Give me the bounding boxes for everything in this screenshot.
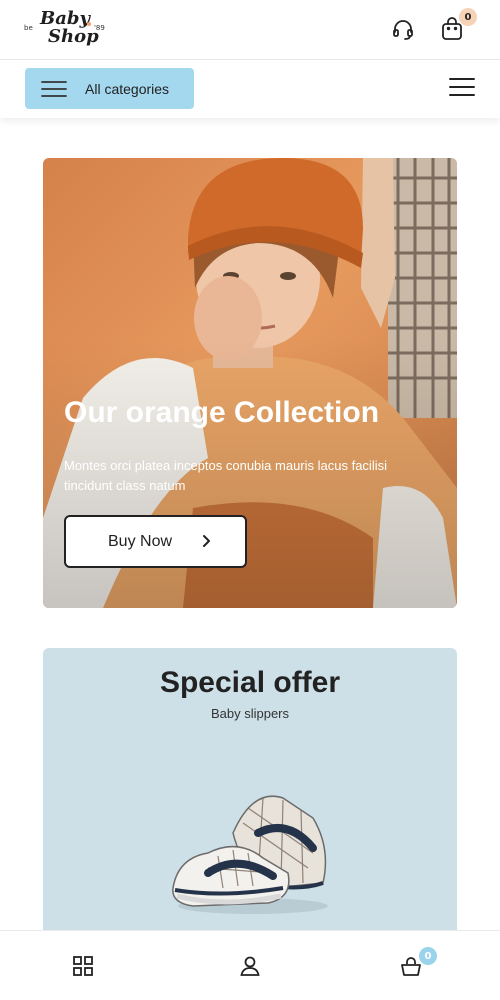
user-icon bbox=[240, 956, 260, 976]
top-header: be Baby Shop '89 0 bbox=[0, 0, 500, 60]
baby-slippers-image bbox=[172, 795, 328, 914]
logo[interactable]: be Baby Shop '89 bbox=[24, 8, 114, 52]
category-bar: All categories bbox=[0, 60, 500, 118]
buy-now-label: Buy Now bbox=[108, 532, 173, 550]
special-offer-card[interactable]: Special offer Baby slippers bbox=[43, 648, 457, 930]
hamburger-icon bbox=[41, 80, 67, 97]
chevron-right-icon bbox=[203, 535, 210, 547]
cart-count-badge: 0 bbox=[459, 8, 477, 26]
all-categories-button[interactable]: All categories bbox=[25, 68, 194, 109]
headset-icon bbox=[393, 20, 413, 40]
hamburger-icon bbox=[449, 78, 475, 96]
all-categories-label: All categories bbox=[85, 80, 170, 97]
nav-cart-badge: 0 bbox=[419, 947, 437, 965]
nav-categories-button[interactable] bbox=[68, 951, 98, 981]
logo-prefix: be bbox=[24, 24, 33, 32]
nav-account-button[interactable] bbox=[235, 951, 265, 981]
grid-icon bbox=[73, 956, 93, 976]
bottom-navigation: 0 bbox=[0, 930, 500, 1000]
support-button[interactable] bbox=[388, 15, 418, 45]
logo-line2: Shop bbox=[48, 26, 99, 47]
logo-suffix: '89 bbox=[94, 24, 105, 32]
special-offer-title: Special offer bbox=[159, 666, 341, 699]
special-offer-subtitle: Baby slippers bbox=[210, 706, 290, 721]
main-menu-button[interactable] bbox=[448, 76, 476, 100]
buy-now-button[interactable]: Buy Now bbox=[64, 515, 247, 568]
hero-title: Our orange Collection bbox=[64, 396, 380, 429]
hero-banner: Our orange Collection Montes orci platea… bbox=[43, 158, 457, 608]
hero-description: Montes orci platea inceptos conubia maur… bbox=[64, 458, 387, 493]
